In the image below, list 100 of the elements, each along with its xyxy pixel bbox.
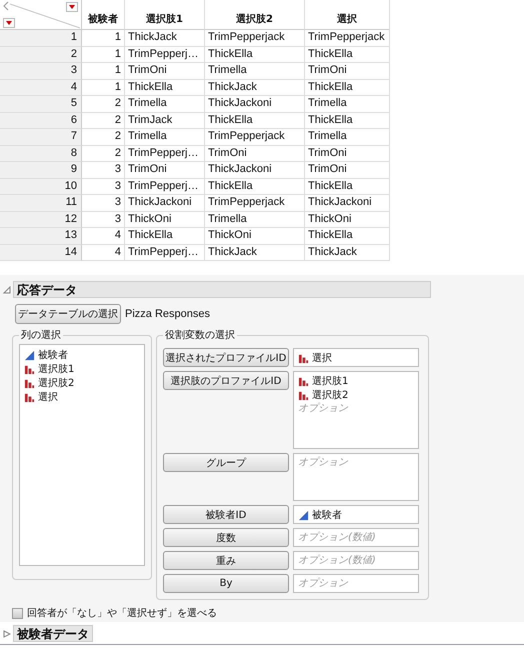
row-number: 4 xyxy=(0,80,82,96)
table-cell: TrimPepperjack xyxy=(205,129,305,146)
bar-chart-icon xyxy=(24,392,35,402)
table-cell: TrimPepperj… xyxy=(125,244,205,261)
disclosure-icon[interactable] xyxy=(3,630,11,638)
table-cell: TrimOni xyxy=(205,146,305,162)
role-button[interactable]: 選択されたプロファイルID xyxy=(163,348,289,367)
table-cell: ThickJack xyxy=(305,244,390,261)
table-cell: ThickJackoni xyxy=(205,96,305,112)
role-button[interactable]: グループ xyxy=(163,453,289,472)
section-title: 被験者データ xyxy=(13,625,93,642)
row-number: 3 xyxy=(0,63,82,80)
column-header[interactable]: 選択 xyxy=(305,0,390,30)
bar-chart-icon xyxy=(298,376,309,386)
row-number: 1 xyxy=(0,30,82,46)
table-cell: TrimOni xyxy=(125,162,205,178)
row-number: 11 xyxy=(0,195,82,212)
bar-chart-icon xyxy=(24,378,35,388)
table-cell: ThickElla xyxy=(305,80,390,96)
role-button[interactable]: 選択肢のプロファイルID xyxy=(163,371,289,390)
column-name: 選択 xyxy=(312,352,332,365)
table-cell: Trimella xyxy=(205,63,305,80)
placeholder-text: オプション(数値) xyxy=(298,554,377,568)
table-cell: 1 xyxy=(82,46,125,63)
table-cell: ThickElla xyxy=(125,80,205,96)
table-cell: ThickOni xyxy=(205,228,305,244)
column-header[interactable]: 選択肢2 xyxy=(205,0,305,30)
placeholder-text: オプション xyxy=(298,577,350,591)
role-button[interactable]: 重み xyxy=(163,551,289,570)
table-cell: 4 xyxy=(82,228,125,244)
column-list[interactable]: 被験者 選択肢1 選択肢2 選択 xyxy=(19,344,145,566)
disclosure-icon[interactable] xyxy=(3,286,11,294)
column-item[interactable]: 選択肢2 xyxy=(24,376,140,390)
table-cell: 3 xyxy=(82,178,125,195)
table-cell: ThickJackoni xyxy=(205,162,305,178)
table-cell: Trimella xyxy=(205,212,305,228)
column-item[interactable]: 被験者 xyxy=(24,348,140,362)
table-cell: TrimPepperjack xyxy=(205,30,305,46)
table-cell: Trimella xyxy=(305,129,390,146)
table-cell: ThickJack xyxy=(125,30,205,46)
table-cell: ThickElla xyxy=(305,228,390,244)
placeholder-text: オプション xyxy=(298,402,350,416)
table-cell: ThickElla xyxy=(305,178,390,195)
placeholder-text: オプション xyxy=(298,456,350,470)
table-cell: 2 xyxy=(82,129,125,146)
column-header[interactable]: 被験者 xyxy=(82,0,125,30)
table-cell: 2 xyxy=(82,146,125,162)
role-field[interactable]: 選択 xyxy=(293,348,419,367)
table-cell: 1 xyxy=(82,30,125,46)
table-cell: TrimOni xyxy=(305,146,390,162)
table-cell: ThickElla xyxy=(205,46,305,63)
table-cell: ThickElla xyxy=(305,112,390,129)
diagonal-line xyxy=(10,4,80,28)
table-cell: TrimOni xyxy=(125,63,205,80)
role-button[interactable]: 度数 xyxy=(163,528,289,547)
row-number: 9 xyxy=(0,162,82,178)
table-cell: ThickJackoni xyxy=(305,195,390,212)
table-name: Pizza Responses xyxy=(125,308,210,320)
table-cell: TrimPepperjack xyxy=(305,30,390,46)
menu-icon[interactable] xyxy=(66,2,78,12)
table-cell: 1 xyxy=(82,63,125,80)
row-number: 10 xyxy=(0,178,82,195)
table-cell: ThickOni xyxy=(305,212,390,228)
table-cell: Trimella xyxy=(305,96,390,112)
bar-chart-icon xyxy=(298,352,309,364)
table-cell: ThickElla xyxy=(205,178,305,195)
table-cell: ThickJack xyxy=(205,80,305,96)
none-option-checkbox[interactable]: 回答者が「なし」や「選択せず」を選べる xyxy=(12,606,524,620)
table-cell: 4 xyxy=(82,244,125,261)
column-item[interactable]: 選択 xyxy=(24,390,140,404)
menu-icon[interactable] xyxy=(3,18,15,28)
table-cell: 3 xyxy=(82,162,125,178)
table-cell: 3 xyxy=(82,212,125,228)
role-button[interactable]: By xyxy=(163,574,289,593)
table-cell: ThickElla xyxy=(205,112,305,129)
column-name: 選択肢2 xyxy=(312,388,348,402)
role-field[interactable]: 選択肢1 選択肢2 オプション xyxy=(293,371,419,449)
bar-chart-icon xyxy=(298,390,309,400)
column-header[interactable]: 選択肢1 xyxy=(125,0,205,30)
row-number: 14 xyxy=(0,244,82,261)
group-title: 列の選択 xyxy=(20,329,62,342)
table-cell: 2 xyxy=(82,96,125,112)
table-cell: Trimella xyxy=(125,129,205,146)
column-item[interactable]: 選択肢1 xyxy=(24,362,140,376)
table-cell: ThickOni xyxy=(125,212,205,228)
table-cell: TrimOni xyxy=(305,162,390,178)
placeholder-text: オプション(数値) xyxy=(298,531,377,545)
role-field[interactable]: 被験者 xyxy=(293,505,419,524)
table-cell: ThickElla xyxy=(305,46,390,63)
role-button[interactable]: 被験者ID xyxy=(163,505,289,524)
table-cell: 3 xyxy=(82,195,125,212)
section-title: 応答データ xyxy=(13,281,431,298)
column-name: 被験者 xyxy=(312,508,342,522)
row-number: 13 xyxy=(0,228,82,244)
table-cell: ThickJackoni xyxy=(125,195,205,212)
row-number: 7 xyxy=(0,129,82,146)
row-number: 8 xyxy=(0,146,82,162)
table-cell: 1 xyxy=(82,80,125,96)
table-cell: TrimPepperjack xyxy=(205,195,305,212)
select-table-button[interactable]: データテーブルの選択 xyxy=(15,304,121,324)
